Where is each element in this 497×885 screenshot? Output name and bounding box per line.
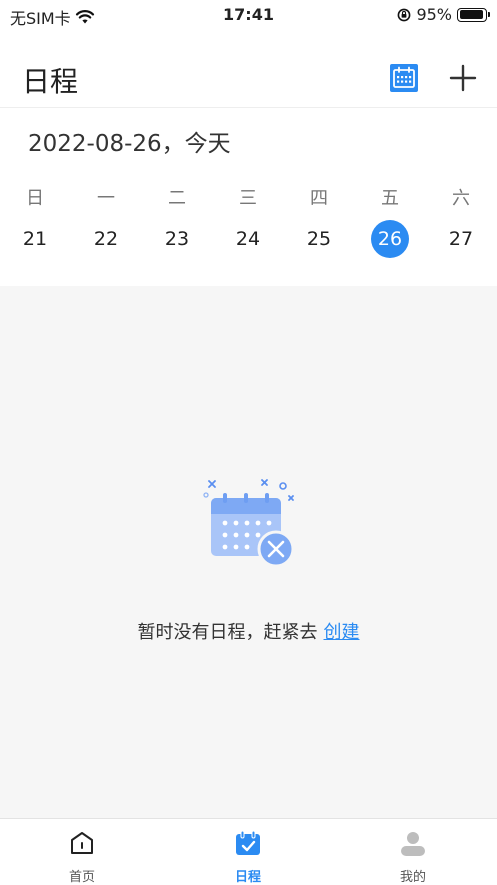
plus-icon[interactable] <box>448 63 478 93</box>
tab-schedule-label: 日程 <box>234 870 261 885</box>
create-link[interactable]: 创建 <box>324 622 360 643</box>
weekday-label: 日 <box>26 188 44 209</box>
status-bar: 无SIM卡 17:41 95% <box>0 0 497 32</box>
day-cell[interactable]: 25 <box>297 220 341 258</box>
weekday-label: 一 <box>97 188 115 209</box>
day-cell[interactable]: 23 <box>155 220 199 258</box>
weekday-label: 三 <box>239 188 257 209</box>
week-calendar: 2022-08-26，今天 日 一 二 三 四 五 六 21 22 23 24 25 26 27 <box>0 108 497 286</box>
battery-icon <box>457 7 490 22</box>
weekday-label: 四 <box>310 188 328 209</box>
battery-fill <box>459 10 484 19</box>
status-right: 95% <box>397 5 490 24</box>
empty-calendar-icon <box>203 479 295 568</box>
day-cell[interactable]: 21 <box>13 220 57 258</box>
day-row: 21 22 23 24 25 26 27 <box>0 220 497 260</box>
weekday-label: 二 <box>168 188 186 209</box>
battery-percent: 95% <box>416 5 452 24</box>
page-title: 日程 <box>22 65 79 98</box>
current-date-heading: 2022-08-26，今天 <box>28 131 231 157</box>
calendar-check-icon <box>236 830 260 855</box>
tab-mine[interactable]: 我的 <box>353 819 473 885</box>
bottom-tab-bar: 首页 日程 我的 <box>0 818 497 885</box>
tab-schedule[interactable]: 日程 <box>188 819 308 885</box>
tab-mine-label: 我的 <box>399 870 426 885</box>
day-cell-selected[interactable]: 26 <box>371 220 409 258</box>
tab-home[interactable]: 首页 <box>22 819 142 885</box>
empty-message-text: 暂时没有日程，赶紧去 <box>137 622 318 643</box>
day-cell[interactable]: 27 <box>439 220 483 258</box>
home-icon <box>71 832 93 854</box>
tab-home-label: 首页 <box>68 870 95 885</box>
user-icon <box>401 832 425 856</box>
orientation-lock-icon <box>398 8 411 21</box>
empty-state-message: 暂时没有日程，赶紧去 创建 <box>0 618 497 644</box>
calendar-icon[interactable] <box>389 63 419 93</box>
day-cell[interactable]: 24 <box>226 220 270 258</box>
page-header: 日程 <box>0 32 497 108</box>
weekday-label: 六 <box>452 188 470 209</box>
weekday-row: 日一二三四五六 <box>0 184 497 209</box>
day-cell[interactable]: 22 <box>84 220 128 258</box>
weekday-label: 五 <box>381 188 399 209</box>
